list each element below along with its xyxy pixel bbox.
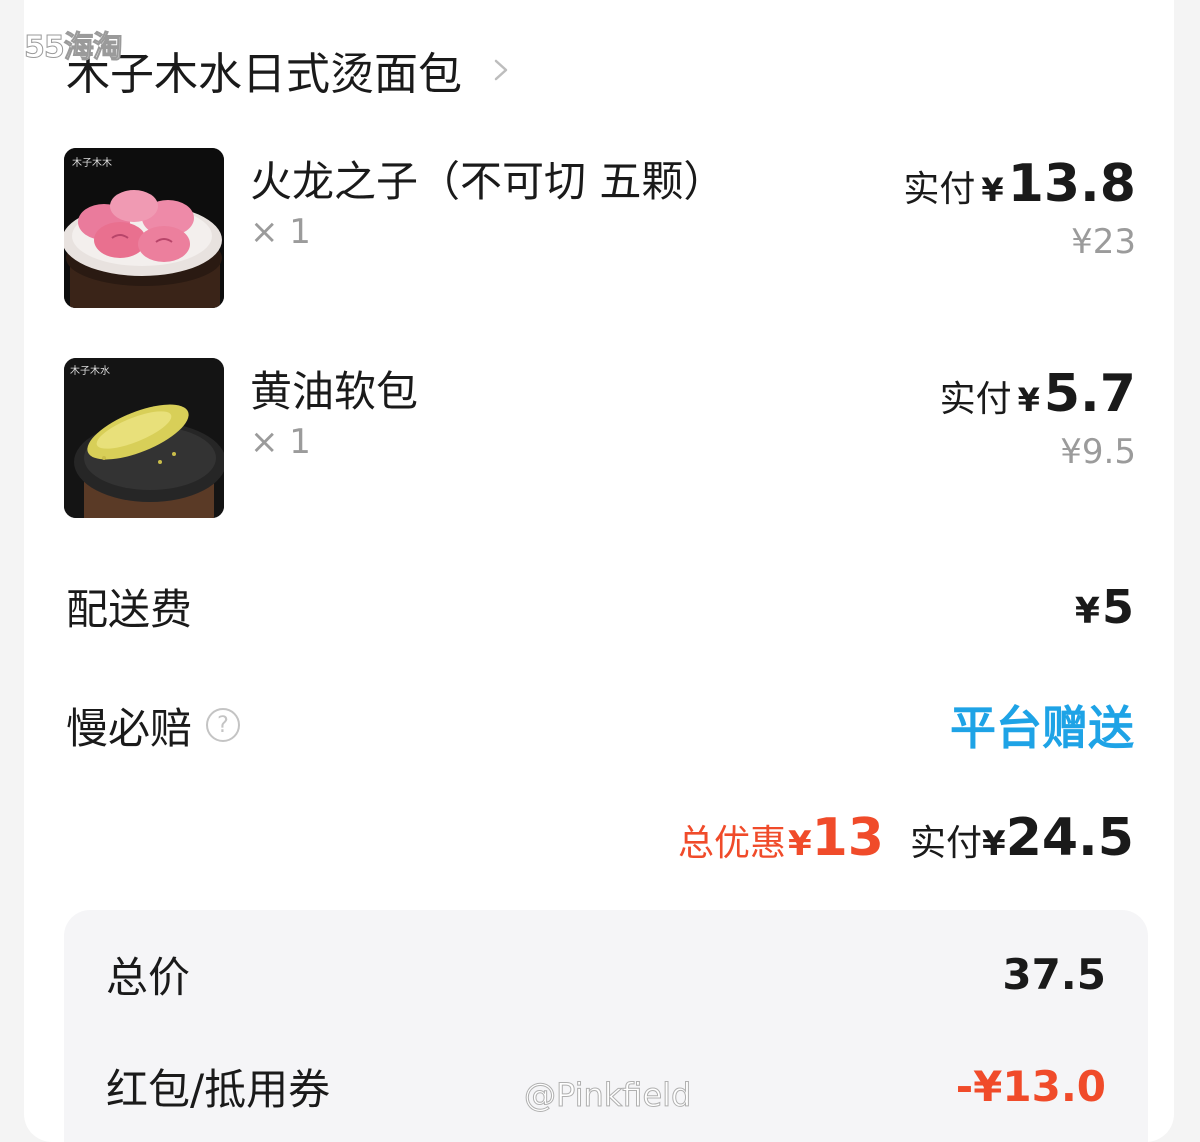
original-price: ¥9.5 [1060, 432, 1136, 472]
paid-label: 实付 [939, 379, 1012, 420]
shop-link[interactable]: 木子木水日式烫面包 [66, 38, 512, 102]
guarantee-label-group: 慢必赔 ? [66, 695, 241, 756]
order-item[interactable]: 木子木水 黄油软包 × 1 实付 ¥ 5.7 ¥9.5 [64, 358, 1136, 520]
item-quantity: × 1 [250, 422, 311, 462]
total-price-row: 总价 37.5 [106, 944, 1106, 1005]
discount-amount: 13 [811, 808, 884, 868]
item-name: 黄油软包 [250, 367, 419, 416]
discount-label: 总优惠 [677, 823, 786, 864]
product-image-butter-bun: 木子木水 [64, 358, 224, 518]
currency-symbol: ¥ [981, 171, 1004, 209]
delivery-fee-amount: 5 [1101, 579, 1134, 634]
currency-symbol: ¥ [982, 824, 1006, 864]
coupon-label: 红包/抵用券 [106, 1065, 331, 1114]
delivery-fee-value: ¥5 [1075, 580, 1134, 634]
currency-symbol: ¥ [1017, 381, 1040, 419]
currency-symbol: ¥ [1074, 590, 1100, 632]
watermark-logo: 55海淘 [24, 30, 124, 66]
help-icon[interactable]: ? [206, 708, 241, 742]
total-price-label: 总价 [106, 953, 191, 1002]
original-price: ¥23 [1071, 222, 1136, 262]
total-paid-amount: 24.5 [1005, 808, 1134, 868]
product-image-dragonfruit-buns: 木子木木 [64, 148, 224, 308]
delivery-fee-row: 配送费 ¥5 [66, 576, 1134, 637]
paid-label: 实付 [903, 169, 976, 210]
item-name: 火龙之子（不可切 五颗） [250, 157, 726, 206]
item-paid: 实付 ¥ 5.7 [940, 364, 1136, 424]
paid-amount: 13.8 [1007, 154, 1136, 214]
shop-name: 木子木水日式烫面包 [66, 49, 462, 100]
paid-amount: 5.7 [1043, 364, 1136, 424]
watermark-username: @Pinkfield [523, 1076, 692, 1115]
chevron-right-icon [494, 59, 508, 81]
item-paid: 实付 ¥ 13.8 [903, 154, 1136, 214]
guarantee-value: 平台赠送 [950, 701, 1134, 755]
delivery-fee-label: 配送费 [66, 585, 193, 634]
item-quantity: × 1 [250, 212, 311, 252]
order-item[interactable]: 木子木木 火龙之子（不可切 五颗） × 1 实付 ¥ 13.8 ¥23 [64, 148, 1136, 310]
total-price-value: 37.5 [1002, 950, 1106, 999]
guarantee-label: 慢必赔 [66, 703, 193, 753]
svg-text:木子木水: 木子木水 [70, 365, 110, 377]
total-paid-label: 实付 [910, 823, 983, 864]
currency-symbol: ¥ [787, 824, 812, 864]
order-summary: 总优惠 ¥ 13 实付 ¥ 24.5 [678, 808, 1134, 868]
svg-text:木子木木: 木子木木 [72, 157, 112, 169]
guarantee-row: 慢必赔 ? 平台赠送 [66, 692, 1134, 758]
coupon-amount: -¥13.0 [955, 1062, 1106, 1111]
